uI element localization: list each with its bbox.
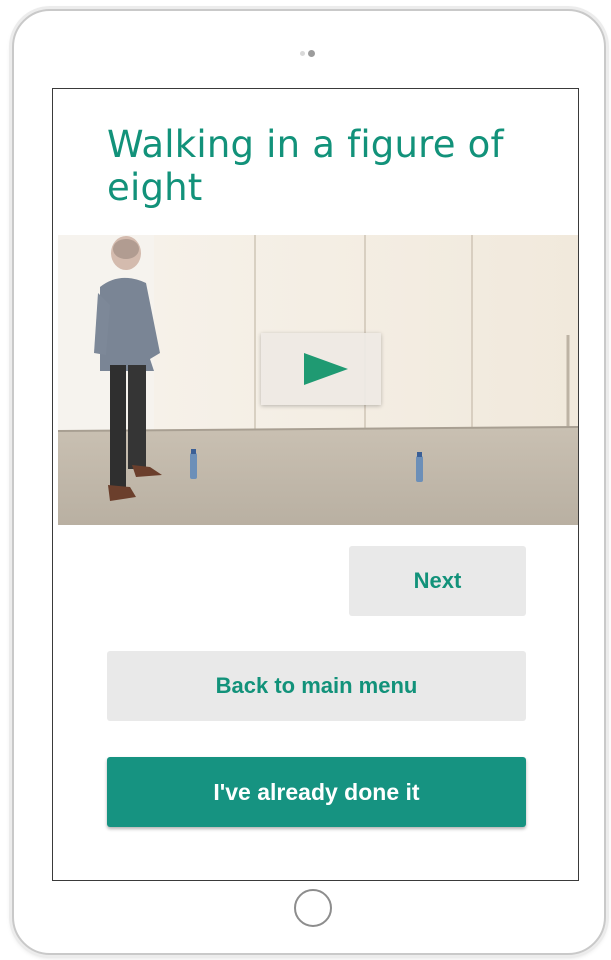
next-button[interactable]: Next [349, 546, 526, 616]
play-icon [304, 353, 348, 385]
home-button[interactable] [294, 889, 332, 927]
back-to-main-menu-button[interactable]: Back to main menu [107, 651, 526, 721]
play-button[interactable] [261, 333, 381, 405]
sensor-dot [300, 51, 305, 56]
app-screen: Walking in a figure of eight Next Back t… [52, 88, 579, 881]
camera-icon [308, 50, 315, 57]
already-done-button[interactable]: I've already done it [107, 757, 526, 827]
page-title: Walking in a figure of eight [107, 123, 504, 209]
video-player[interactable] [58, 235, 578, 525]
